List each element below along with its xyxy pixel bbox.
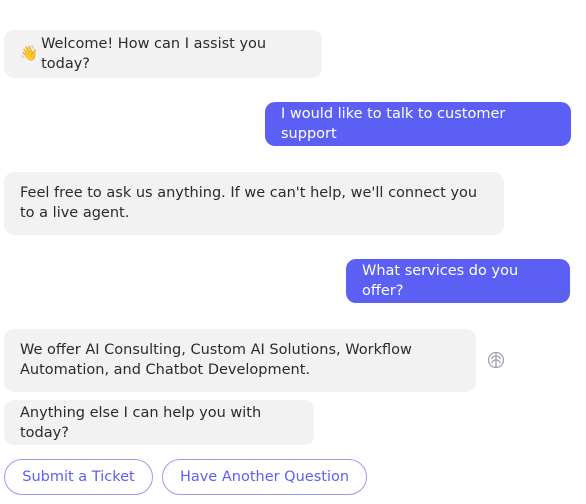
waving-hand-icon: 👋 bbox=[20, 46, 39, 62]
submit-ticket-button[interactable]: Submit a Ticket bbox=[4, 459, 153, 495]
bot-message-text: Feel free to ask us anything. If we can'… bbox=[20, 185, 478, 221]
bot-message-text: Anything else I can help you with today? bbox=[20, 404, 262, 441]
user-message: I would like to talk to customer support bbox=[265, 102, 571, 146]
chat-window: 👋 Welcome! How can I assist you today? I… bbox=[0, 0, 586, 504]
another-question-button[interactable]: Have Another Question bbox=[162, 459, 367, 495]
user-message-text: I would like to talk to customer support bbox=[281, 106, 506, 142]
user-message: What services do you offer? bbox=[346, 259, 570, 303]
bot-message: Feel free to ask us anything. If we can'… bbox=[4, 172, 504, 235]
bot-message: We offer AI Consulting, Custom AI Soluti… bbox=[4, 329, 476, 392]
bot-message: Anything else I can help you with today? bbox=[4, 400, 314, 445]
brain-icon bbox=[487, 351, 505, 369]
bot-message: 👋 Welcome! How can I assist you today? bbox=[4, 30, 322, 78]
bot-message-text: Welcome! How can I assist you today? bbox=[41, 36, 267, 72]
user-message-text: What services do you offer? bbox=[362, 263, 519, 299]
bot-message-text: We offer AI Consulting, Custom AI Soluti… bbox=[20, 342, 412, 378]
